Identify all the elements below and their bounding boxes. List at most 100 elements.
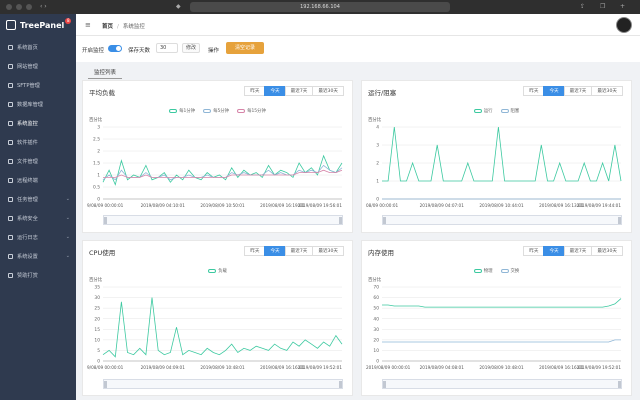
menu-item-icon [8, 44, 13, 50]
minimize-window-icon[interactable] [16, 4, 22, 10]
tab-monitor-list[interactable]: 监控列表 [88, 66, 123, 79]
sidebar-item-label: 文件管理 [17, 158, 38, 165]
sidebar-item[interactable]: 数据库管理 [0, 97, 76, 111]
io-panel: 运行/阻塞 昨天 今天 最近7天 最近30天 运行 阻塞 百分比 4 3 2 1 0 08/09 … [361, 80, 632, 233]
x-tick-label: 2019/08/09 04:08:01 [420, 365, 465, 370]
y-tick-label: 0 [97, 359, 100, 365]
range-option[interactable]: 昨天 [244, 86, 266, 96]
zoom-slider[interactable] [103, 215, 343, 225]
y-tick-label: 0 [376, 197, 379, 203]
range-option[interactable]: 最近7天 [284, 86, 314, 96]
legend-item[interactable]: 运行 [473, 108, 493, 114]
range-option[interactable]: 最近7天 [284, 246, 314, 256]
legend-item[interactable]: 每5分钟 [203, 108, 229, 114]
range-option[interactable]: 昨天 [244, 246, 266, 256]
menu-toggle-icon[interactable]: ≡ [85, 21, 91, 29]
slider-handle-left[interactable] [383, 381, 386, 388]
slider-handle-right[interactable] [618, 381, 621, 388]
breadcrumb-home[interactable]: 首页 [102, 24, 113, 30]
slider-handle-right[interactable] [339, 381, 342, 388]
y-tick-label: 35 [94, 285, 100, 291]
slider-handle-right[interactable] [618, 217, 621, 224]
sidebar-item[interactable]: 文件管理 [0, 154, 76, 168]
y-tick-label: 0.5 [93, 185, 100, 191]
x-tick-label: 2019/08/09 19:44:01 [577, 203, 622, 208]
zoom-slider[interactable] [382, 215, 622, 225]
slider-handle-right[interactable] [339, 217, 342, 224]
tabs-icon[interactable]: ❐ [600, 3, 605, 10]
sidebar-item-label: 系统监控 [17, 120, 38, 127]
range-option[interactable]: 昨天 [523, 246, 545, 256]
sidebar-item[interactable]: 系统首页 [0, 40, 76, 54]
menu-item-icon [8, 196, 13, 202]
range-option[interactable]: 今天 [264, 86, 286, 96]
memory-chart: 70 60 50 40 30 20 10 0 2019/08/09 00:00:01 2019/0… [362, 281, 633, 375]
avatar[interactable] [616, 17, 632, 33]
range-option[interactable]: 最近30天 [312, 86, 344, 96]
range-option[interactable]: 最近30天 [591, 86, 623, 96]
clear-records-button[interactable]: 清空记录 [226, 42, 264, 54]
sidebar-item[interactable]: 系统设置 ⌄ [0, 249, 76, 263]
legend-item[interactable]: 阻塞 [500, 108, 519, 114]
x-tick-label: 2019/08/09 19:56:01 [298, 203, 343, 208]
range-option[interactable]: 今天 [264, 246, 286, 256]
x-tick-label: 2019/08/09 04:07:01 [420, 203, 465, 208]
save-days-label: 保存天数 [128, 48, 151, 54]
chart-legend: 每1分钟 每5分钟 每15分钟 [83, 108, 352, 114]
range-option[interactable]: 今天 [543, 86, 565, 96]
chart-legend: 负载 [83, 268, 352, 274]
cpu-chart: 35 30 25 20 15 10 5 0 9/08/09 00:00:01 2019/08/09… [83, 281, 354, 375]
menu-item-icon [8, 158, 13, 164]
panel-title: 内存使用 [368, 249, 394, 257]
sidebar-item[interactable]: 系统监控 [0, 116, 76, 130]
close-window-icon[interactable] [6, 4, 12, 10]
chevron-down-icon: ⌄ [65, 215, 70, 221]
sidebar-item[interactable]: 任务管理 ⌄ [0, 192, 76, 206]
menu-item-icon [8, 82, 13, 88]
sidebar: TreePanel 8 系统首页网站管理 SFTP管理 数据库管理系统监控软件插件文… [0, 14, 76, 400]
range-option[interactable]: 今天 [543, 246, 565, 256]
x-tick-label: 2019/08/09 10:48:01 [479, 365, 524, 370]
legend-item[interactable]: 每1分钟 [169, 108, 195, 114]
slider-handle-left[interactable] [104, 217, 107, 224]
legend-item[interactable]: 负载 [208, 268, 227, 274]
modify-button[interactable]: 修改 [182, 43, 200, 53]
sidebar-item[interactable]: 软件插件 [0, 135, 76, 149]
share-icon[interactable]: ⇪ [580, 3, 585, 10]
range-option[interactable]: 昨天 [523, 86, 545, 96]
range-option[interactable]: 最近7天 [563, 246, 593, 256]
maximize-window-icon[interactable] [26, 4, 32, 10]
save-days-input[interactable]: 30 [156, 43, 178, 53]
sidebar-item[interactable]: 网站管理 [0, 59, 76, 73]
range-option[interactable]: 最近30天 [591, 246, 623, 256]
sidebar-item[interactable]: 远程终端 [0, 173, 76, 187]
logo[interactable]: TreePanel 8 [0, 14, 76, 36]
address-bar[interactable]: 192.168.66.104 [190, 2, 450, 12]
x-tick-label: 2019/08/09 10:50:01 [200, 203, 245, 208]
monitor-toggle[interactable] [108, 45, 122, 52]
add-tab-icon[interactable]: + [620, 3, 625, 10]
sidebar-item[interactable]: 运行日志 ⌄ [0, 230, 76, 244]
y-tick-label: 1 [97, 173, 100, 179]
legend-item[interactable]: 交换 [500, 268, 519, 274]
back-forward-icon[interactable]: ‹ › [40, 3, 47, 10]
shield-icon[interactable]: ◆ [176, 3, 181, 10]
range-option[interactable]: 最近30天 [312, 246, 344, 256]
slider-handle-left[interactable] [104, 381, 107, 388]
y-tick-label: 20 [94, 316, 100, 322]
cpu-panel: CPU使用 昨天 今天 最近7天 最近30天 负载 百分比 35 30 25 20 15 10 5… [82, 240, 353, 396]
zoom-slider[interactable] [382, 379, 622, 389]
zoom-slider[interactable] [103, 379, 343, 389]
y-tick-label: 40 [373, 316, 379, 322]
y-tick-label: 30 [94, 295, 100, 301]
x-tick-label: 2019/08/09 10:48:01 [200, 365, 245, 370]
sidebar-item[interactable]: 系统安全 ⌄ [0, 211, 76, 225]
sidebar-item[interactable]: SFTP管理 [0, 78, 76, 92]
load-chart: 3 2.5 2 1.5 1 0.5 0 9/08/09 00:00:01 2019/08/09 … [83, 121, 354, 213]
sidebar-item[interactable]: 赞助打赏 [0, 268, 76, 282]
range-option[interactable]: 最近7天 [563, 86, 593, 96]
slider-handle-left[interactable] [383, 217, 386, 224]
x-tick-label: 9/08/09 00:00:01 [87, 203, 124, 208]
legend-item[interactable]: 每15分钟 [237, 108, 266, 114]
legend-item[interactable]: 物理 [473, 268, 493, 274]
